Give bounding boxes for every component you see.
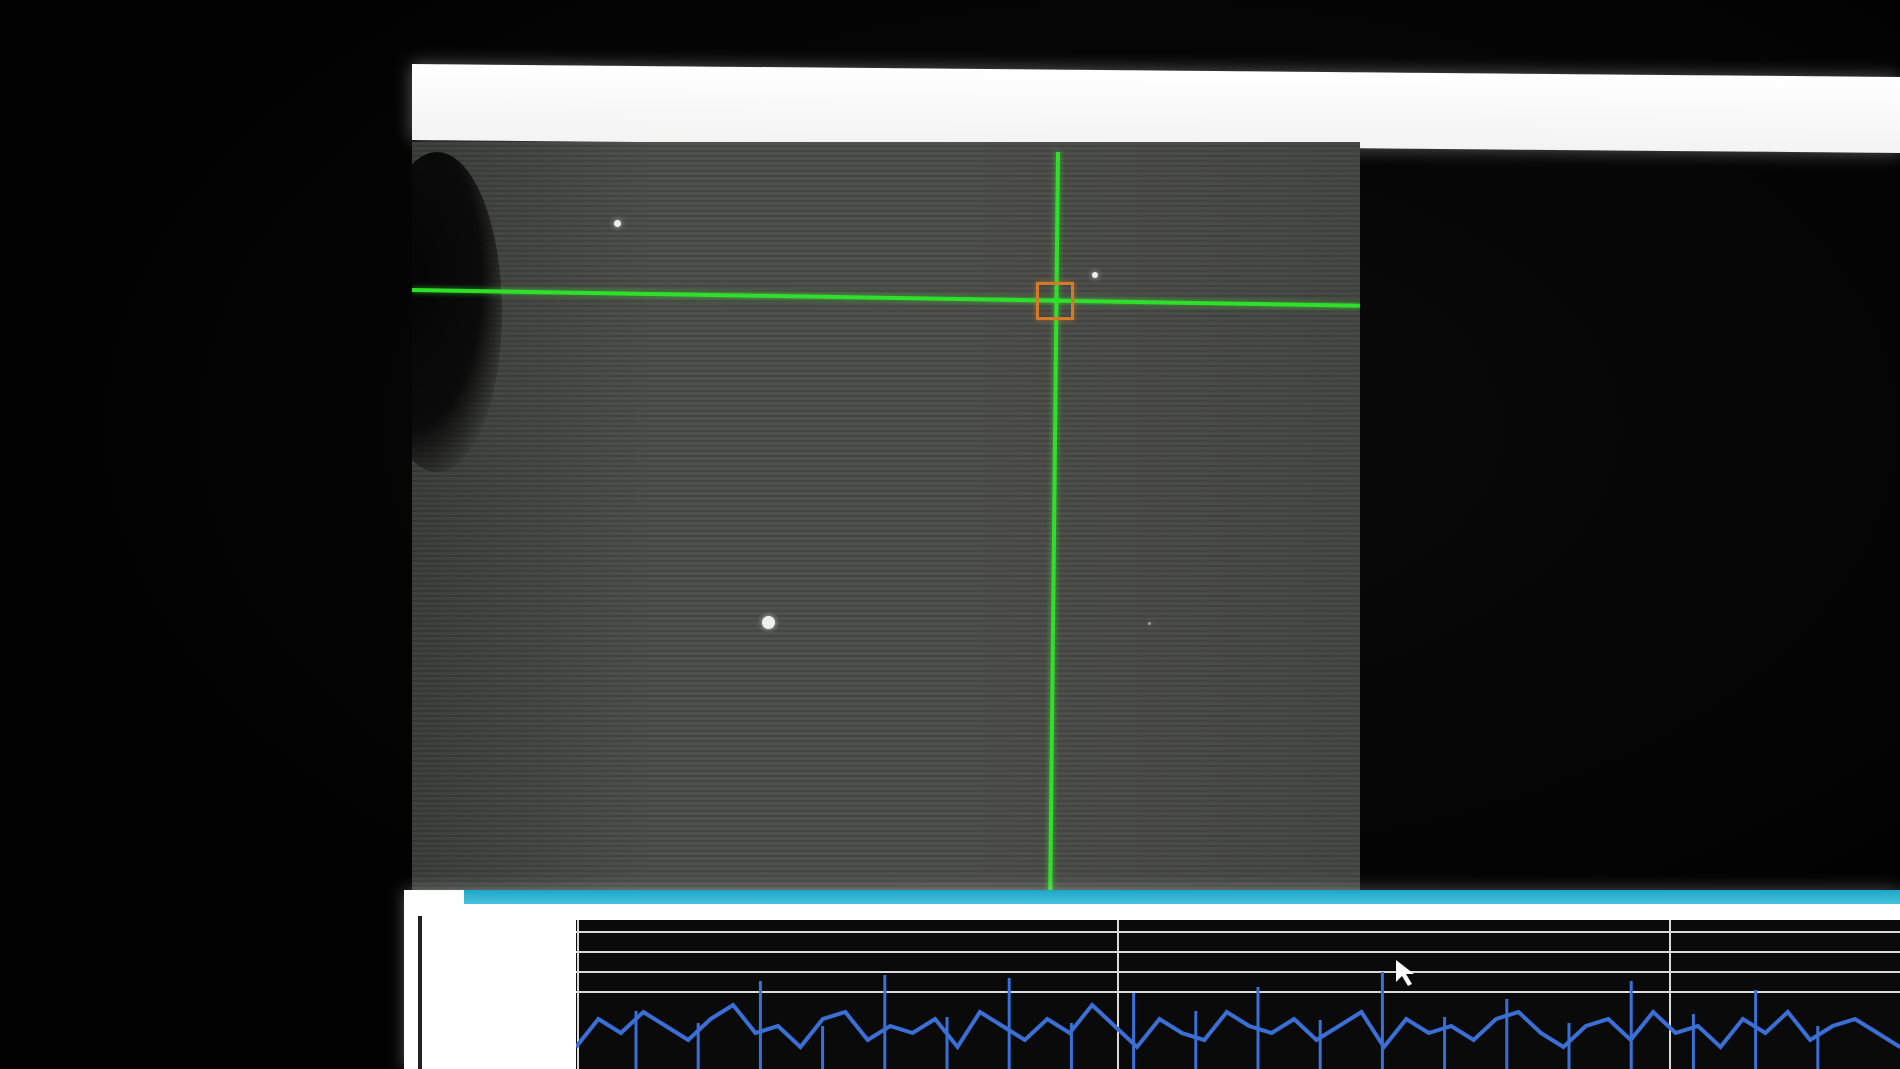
mouse-cursor-icon — [1396, 960, 1414, 986]
plot-series-line — [576, 1002, 1900, 1051]
plot-panel — [404, 890, 1900, 1069]
plot-panel-header — [464, 890, 1900, 904]
window-title-bar[interactable] — [412, 64, 1900, 153]
signal-plot-svg — [576, 920, 1900, 1069]
star-point — [1148, 622, 1151, 625]
target-marker-box[interactable] — [1036, 282, 1074, 320]
plot-side-pane — [418, 916, 572, 1069]
star-point — [1092, 272, 1098, 278]
camera-screen — [0, 0, 1900, 1069]
crosshair-horizontal-line — [412, 288, 1360, 308]
signal-plot[interactable] — [576, 920, 1900, 1069]
dark-obstruction — [412, 152, 502, 472]
camera-image-view[interactable] — [412, 142, 1360, 892]
star-point — [614, 220, 621, 227]
crosshair-vertical-line — [1048, 151, 1060, 892]
star-point — [762, 616, 775, 629]
